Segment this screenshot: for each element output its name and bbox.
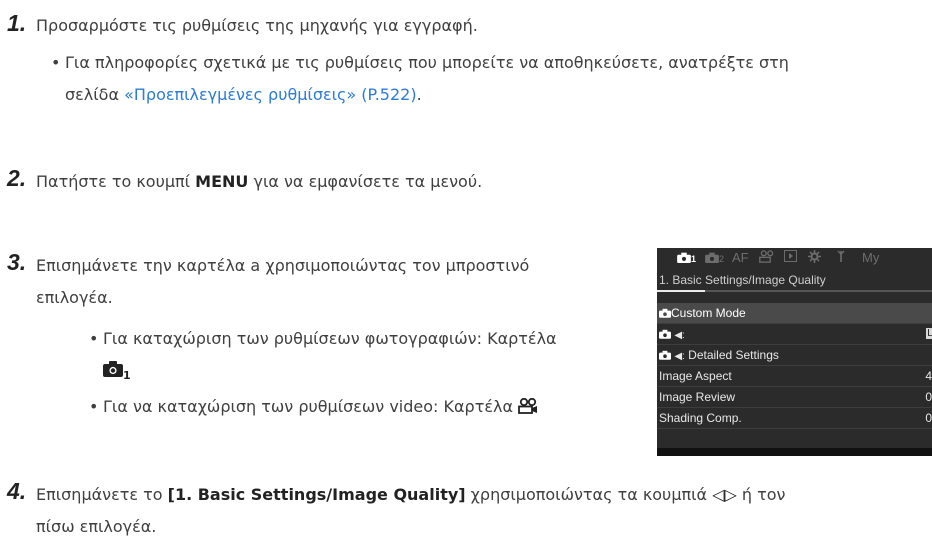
tab-shooting-1: 1	[677, 250, 696, 265]
tab-shooting-2: 2	[705, 250, 724, 265]
video-bullet-text: Για να καταχώριση των ρυθμίσεων video: Κ…	[103, 397, 519, 416]
photo-tab-icon-line: 1	[103, 354, 131, 392]
camera-icon	[705, 252, 719, 263]
step-4-end: ή τον	[736, 485, 786, 504]
menu-row-value: 0	[925, 411, 932, 425]
step-1-text: Προσαρμόστε τις ρυθμίσεις της μηχανής γι…	[36, 16, 478, 35]
default-settings-link[interactable]: «Προεπιλεγμένες ρυθμίσεις» (P.522)	[124, 85, 416, 104]
tab-divider	[705, 290, 932, 292]
step-1-bullet-line1: Για πληροφορίες σχετικά με τις ρυθμίσεις…	[51, 47, 789, 79]
step-3-line2: επιλογέα.	[36, 288, 113, 307]
camera-screen-bottom-bar	[657, 448, 932, 456]
step-2-text: Πατήστε το κουμπί MENU για να εμφανίσετε…	[36, 166, 482, 198]
menu-row-image-quality[interactable]: ◀: L	[657, 324, 932, 345]
step-3-bullet-photo: Για καταχώριση των ρυθμίσεων φωτογραφιών…	[89, 323, 557, 355]
menu-button-label: MENU	[195, 172, 249, 191]
step-4-before: Επισημάνετε το	[36, 485, 168, 504]
tab-video	[759, 250, 775, 266]
menu-row-image-aspect[interactable]: Image Aspect 4	[657, 366, 932, 387]
step-number-3: 3.	[7, 249, 27, 275]
step-3-line1: Επισημάνετε την καρτέλα a χρησιμοποιώντα…	[36, 256, 530, 275]
step-1-bullet-line2: σελίδα «Προεπιλεγμένες ρυθμίσεις» (P.522…	[65, 79, 422, 111]
step-2-after: για να εμφανίσετε τα μενού.	[248, 172, 483, 191]
image-quality-icon: ◀:	[674, 351, 685, 362]
wrench-icon	[837, 250, 845, 262]
camera-tab-bar: 1 2 AF My	[657, 248, 932, 270]
bullet-suffix: .	[416, 85, 422, 104]
step-number-2: 2.	[7, 165, 27, 191]
menu-row-detailed-settings[interactable]: ◀: Detailed Settings	[657, 345, 932, 366]
menu-row-label: Image Review	[659, 390, 736, 404]
step-4-line1: Επισημάνετε το [1. Basic Settings/Image …	[36, 479, 785, 511]
menu-row-label: Custom Mode	[671, 306, 746, 320]
step-number-4: 4.	[7, 478, 27, 504]
camera-icon	[659, 350, 671, 360]
tab-playback	[784, 250, 797, 265]
menu-row-label: Image Aspect	[659, 369, 732, 383]
menu-row-label: Shading Comp.	[659, 411, 742, 425]
photo-bullet-text: Για καταχώριση των ρυθμίσεων φωτογραφιών…	[103, 329, 557, 348]
menu-row-image-review[interactable]: Image Review 0	[657, 387, 932, 408]
tab-settings	[808, 250, 821, 266]
step-4-line2: πίσω επιλογέα.	[36, 517, 157, 536]
camera-menu-subtitle: 1. Basic Settings/Image Quality	[659, 273, 826, 287]
camera-icon	[659, 329, 671, 339]
menu-row-value: L	[926, 328, 932, 339]
video-icon	[759, 250, 774, 263]
step-4-after: χρησιμοποιώντας τα κουμπιά	[465, 485, 713, 504]
photo-tab-subscript: 1	[123, 369, 131, 382]
gear-icon	[808, 250, 821, 263]
menu-row-custom-mode[interactable]: Custom Mode	[657, 303, 932, 324]
tab-shooting-2-label: 2	[719, 254, 725, 264]
playback-icon	[784, 250, 797, 262]
video-icon	[518, 393, 538, 425]
camera-menu-screen: 1 2 AF My 1. Basic Settings/Image Qualit…	[657, 248, 932, 456]
camera-icon	[677, 252, 691, 263]
bullet-prefix: σελίδα	[65, 85, 125, 104]
arrow-buttons-icon: ◁▷	[712, 485, 737, 504]
bullet-text: Για πληροφορίες σχετικά με τις ρυθμίσεις…	[65, 53, 789, 72]
menu-row-shading-comp[interactable]: Shading Comp. 0	[657, 408, 932, 429]
step-2-before: Πατήστε το κουμπί	[36, 172, 196, 191]
step-4-bold-item: [1. Basic Settings/Image Quality]	[167, 485, 466, 504]
step-3-bullet-video: Για να καταχώριση των ρυθμίσεων video: Κ…	[89, 391, 538, 425]
menu-row-label: Detailed Settings	[684, 348, 779, 362]
camera-icon	[659, 308, 671, 318]
tab-my-menu: My	[862, 250, 880, 265]
step-number-1: 1.	[7, 10, 27, 36]
camera-icon	[103, 356, 123, 388]
menu-row-value: 4	[925, 369, 932, 383]
image-quality-icon: ◀:	[674, 330, 685, 341]
tab-custom	[837, 250, 845, 266]
menu-row-value: 0	[925, 390, 932, 404]
tab-af: AF	[732, 250, 749, 265]
tab-shooting-1-label: 1	[691, 254, 697, 264]
active-tab-indicator	[657, 290, 705, 292]
